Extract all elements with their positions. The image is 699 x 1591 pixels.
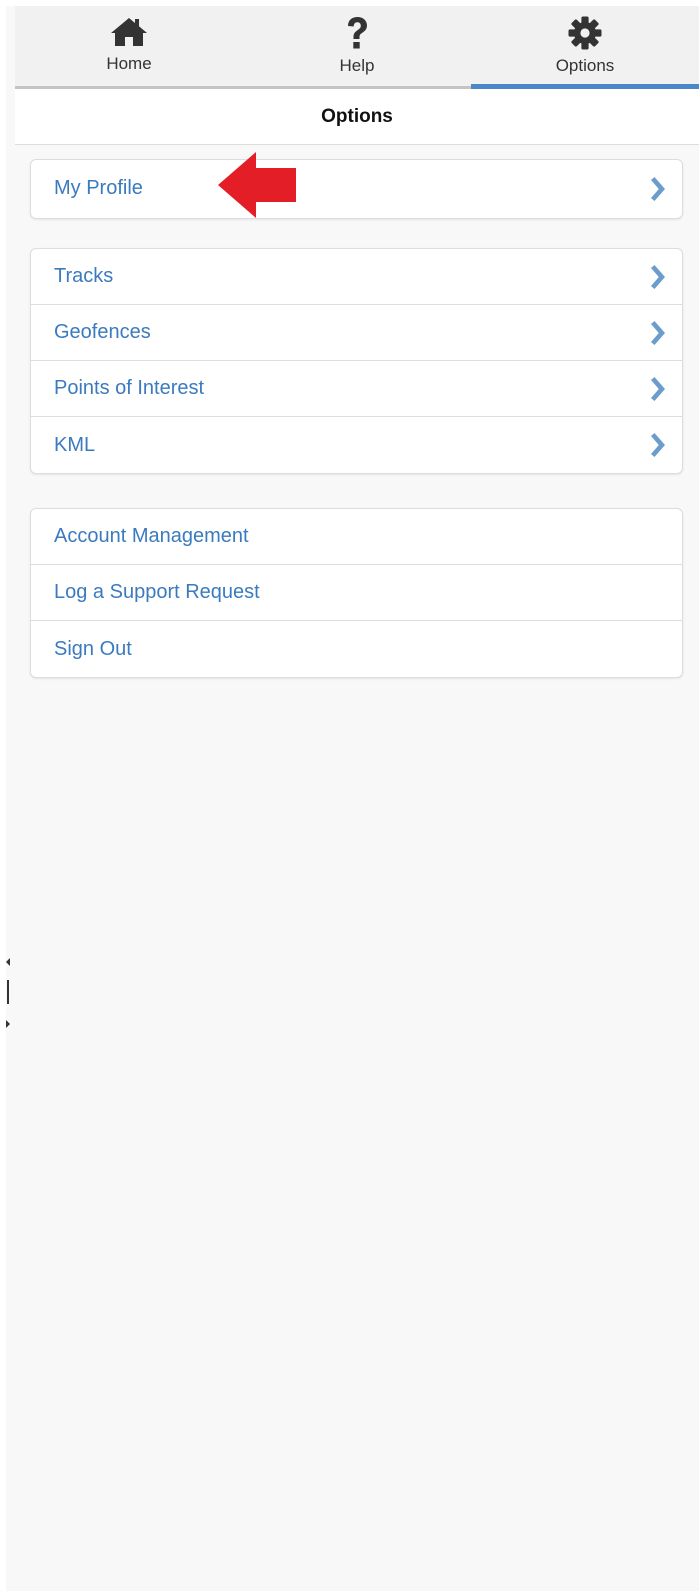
- list-item-label: KML: [54, 433, 96, 456]
- list-item-log-support-request[interactable]: Log a Support Request: [31, 565, 682, 621]
- profile-list: My Profile: [30, 159, 683, 219]
- chevron-right-icon: [651, 264, 665, 289]
- list-item-label: My Profile: [54, 177, 143, 199]
- list-item-sign-out[interactable]: Sign Out: [31, 621, 682, 677]
- list-item-points-of-interest[interactable]: Points of Interest: [31, 361, 682, 417]
- list-item-label: Log a Support Request: [54, 581, 260, 603]
- data-list: Tracks Geofences Points of Interest KML: [30, 248, 683, 474]
- list-item-label: Sign Out: [54, 637, 132, 660]
- page-title: Options: [321, 105, 393, 127]
- list-item-account-management[interactable]: Account Management: [31, 509, 682, 565]
- app-frame: Home Help Options Options My Profile Tra…: [6, 6, 699, 1591]
- account-list: Account Management Log a Support Request…: [30, 508, 683, 678]
- annotation-arrow-icon: [218, 152, 296, 218]
- list-item-geofences[interactable]: Geofences: [31, 305, 682, 361]
- chevron-right-icon: [651, 376, 665, 401]
- chevron-right-icon: [651, 433, 665, 457]
- page-header: Options: [15, 89, 699, 145]
- list-item-label: Account Management: [54, 525, 249, 547]
- tab-options-label: Options: [555, 56, 615, 75]
- question-icon: [344, 16, 370, 50]
- list-item-tracks[interactable]: Tracks: [31, 249, 682, 305]
- list-item-my-profile[interactable]: My Profile: [31, 160, 682, 217]
- list-item-label: Points of Interest: [54, 377, 205, 399]
- arrow-right-icon: [6, 1020, 10, 1028]
- list-item-label: Tracks: [54, 265, 114, 287]
- list-item-kml[interactable]: KML: [31, 417, 682, 473]
- arrow-left-icon: [6, 958, 10, 966]
- home-icon: [109, 16, 149, 48]
- splitter-bar: [7, 980, 9, 1004]
- chevron-right-icon: [651, 320, 665, 345]
- bottom-navbar: Home Help Options: [15, 6, 699, 89]
- chevron-right-icon: [651, 176, 665, 201]
- splitter-handle[interactable]: [0, 958, 10, 1030]
- list-item-label: Geofences: [54, 321, 151, 343]
- tab-help-label: Help: [339, 56, 375, 75]
- tab-home[interactable]: Home: [15, 6, 243, 86]
- tab-help[interactable]: Help: [243, 6, 471, 86]
- tab-options[interactable]: Options: [471, 6, 699, 89]
- tab-home-label: Home: [106, 54, 152, 73]
- gear-icon: [567, 16, 603, 50]
